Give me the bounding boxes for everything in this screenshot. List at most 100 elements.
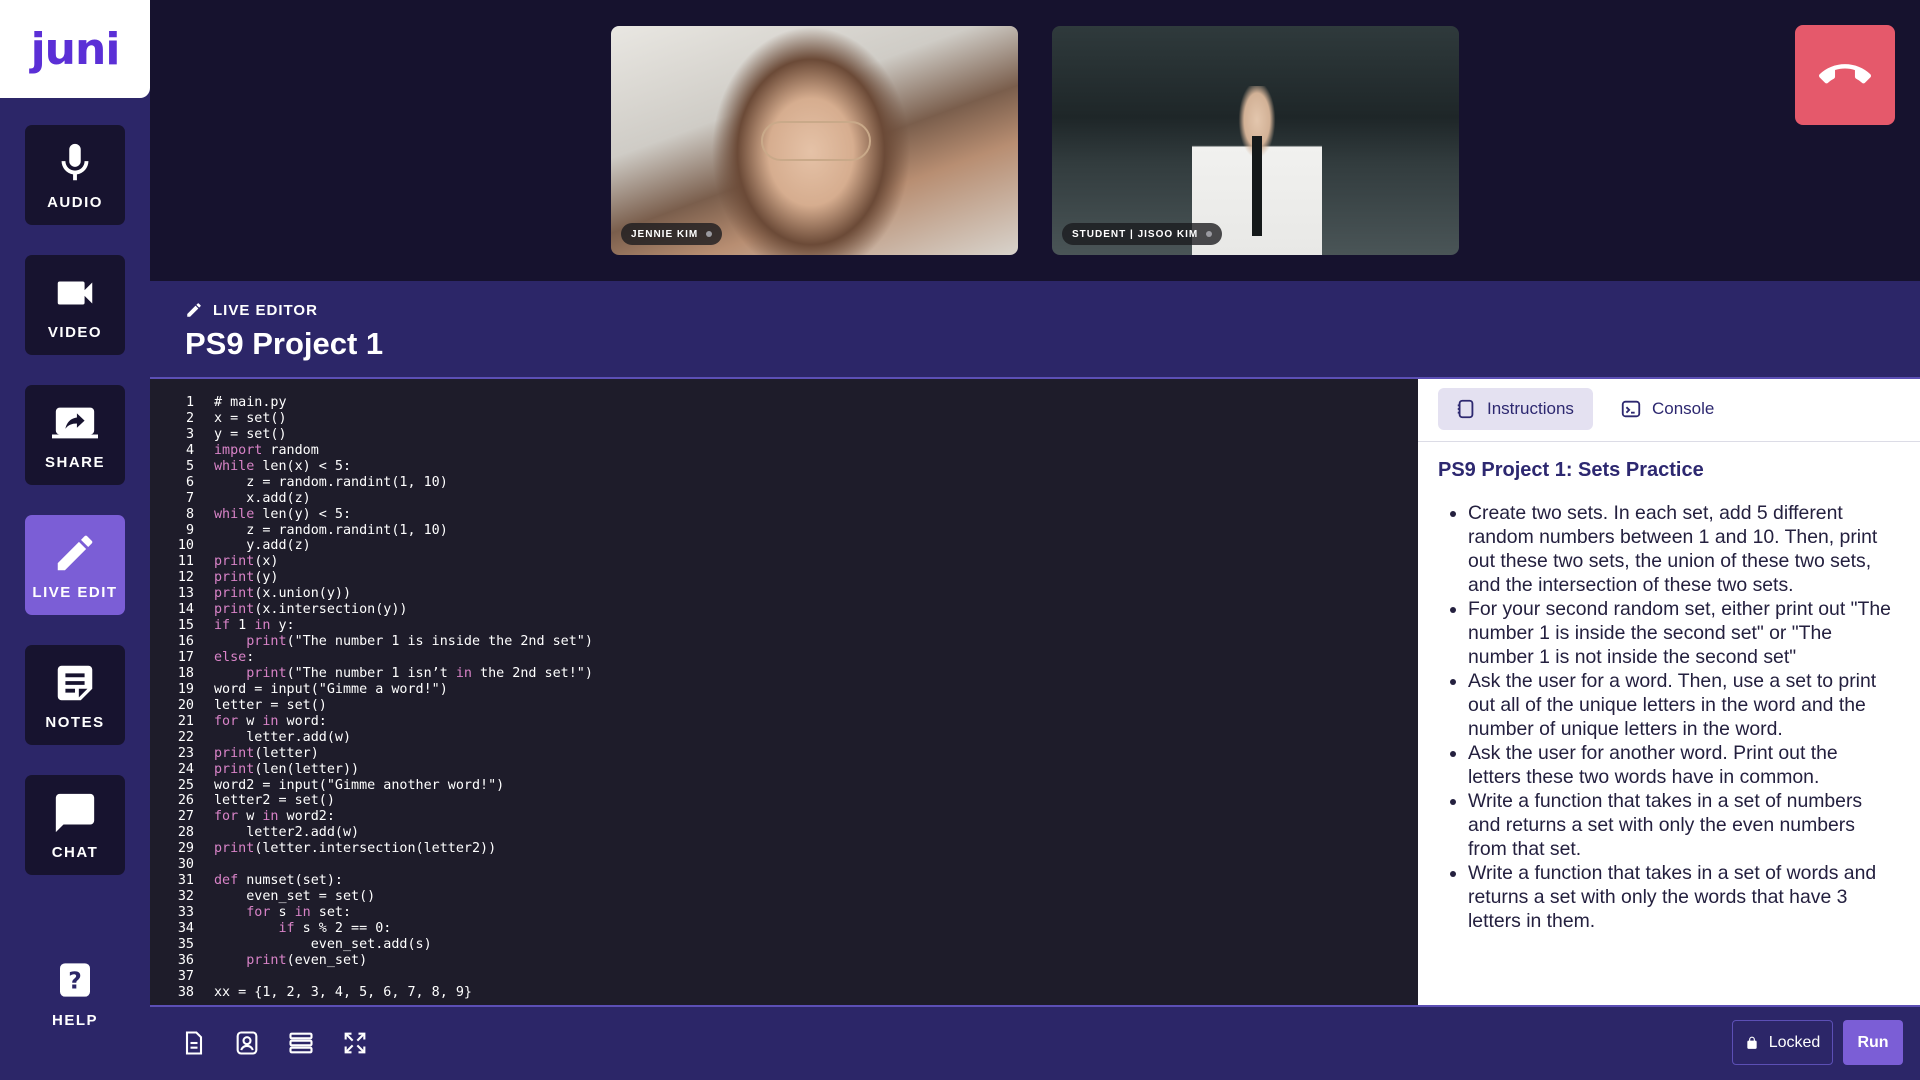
code-text: def numset(set): [214, 873, 343, 889]
notes-button[interactable]: NOTES [25, 645, 125, 745]
video-detail [1252, 136, 1262, 236]
video-tile-instructor[interactable]: JENNIE KIM [611, 26, 1018, 255]
notes-label: NOTES [45, 713, 105, 731]
line-number: 21 [177, 713, 194, 729]
code-keyword: print [214, 602, 255, 618]
live-editor-text: LIVE EDITOR [213, 301, 318, 319]
code-text: x = set() [214, 410, 287, 426]
live-edit-button[interactable]: LIVE EDIT [25, 515, 125, 615]
code-line[interactable]: 36 print(even_set) [170, 953, 593, 969]
line-number: 38 [177, 984, 194, 1000]
layers-button[interactable] [287, 1029, 315, 1057]
code-keyword: for [246, 905, 271, 920]
code-line[interactable]: 8 while len(y) < 5: [170, 507, 593, 523]
code-text: import random [214, 442, 319, 458]
code-keyword: print [214, 570, 255, 586]
code-line[interactable]: 33 for s in set: [170, 905, 593, 921]
code-line[interactable]: 3 y = set() [170, 427, 593, 443]
code-line[interactable]: 35 even_set.add(s) [170, 937, 593, 953]
code-text: x.add(z) [214, 490, 311, 506]
pencil-icon [57, 535, 93, 570]
run-button[interactable]: Run [1843, 1020, 1903, 1065]
code-line[interactable]: 14 print(x.intersection(y)) [170, 602, 593, 618]
tab-instructions[interactable]: Instructions [1438, 388, 1593, 430]
live-editor-label: LIVE EDITOR [185, 301, 318, 319]
panel-tabs: Instructions Console [1418, 379, 1920, 442]
code-line[interactable]: 4 import random [170, 443, 593, 459]
code-line[interactable]: 10 y.add(z) [170, 538, 593, 554]
tab-console[interactable]: Console [1603, 388, 1731, 430]
code-keyword: in [294, 905, 311, 920]
code-line[interactable]: 1 # main.py [170, 395, 593, 411]
line-number: 32 [177, 889, 194, 905]
locked-label: Locked [1768, 1033, 1821, 1051]
document-button[interactable] [180, 1029, 208, 1057]
code-keyword: if [278, 920, 295, 936]
code-line[interactable]: 27 for w in word2: [170, 809, 593, 825]
code-line[interactable]: 30 [170, 857, 593, 873]
code-line[interactable]: 16 print("The number 1 is inside the 2nd… [170, 634, 593, 650]
line-number: 11 [177, 554, 194, 570]
code-line[interactable]: 25 word2 = input("Gimme another word!") [170, 778, 593, 794]
code-text: letter = set() [214, 697, 327, 713]
code-line[interactable]: 24 print(len(letter)) [170, 762, 593, 778]
code-line[interactable]: 13 print(x.union(y)) [170, 586, 593, 602]
participant-name-tag: STUDENT | JISOO KIM [1062, 223, 1223, 245]
code-keyword: print [214, 586, 255, 602]
line-number: 26 [177, 793, 194, 809]
line-number: 1 [185, 395, 194, 410]
code-line[interactable]: 23 print(letter) [170, 746, 593, 762]
line-number: 28 [177, 825, 194, 841]
code-text: letter2.add(w) [214, 825, 360, 841]
code-line[interactable]: 26 letter2 = set() [170, 793, 593, 809]
line-number: 34 [177, 920, 194, 936]
participant-name-tag: JENNIE KIM [621, 223, 723, 245]
code-line[interactable]: 7 x.add(z) [170, 491, 593, 507]
code-line[interactable]: 11 print(x) [170, 554, 593, 570]
code-editor[interactable]: 1 # main.py 2 x = set() 3 y = set() 4 import ra… [150, 379, 1418, 1005]
code-line[interactable]: 9 z = random.randint(1, 10) [170, 523, 593, 539]
code-line[interactable]: 38 xx = {1, 2, 3, 4, 5, 6, 7, 8, 9} [170, 985, 593, 1001]
code-keyword: print [214, 745, 255, 761]
code-text: if s % 2 == 0: [278, 920, 392, 936]
code-line[interactable]: 31 def numset(set): [170, 873, 593, 889]
video-detail [761, 121, 871, 161]
video-tile-student[interactable]: STUDENT | JISOO KIM [1052, 26, 1459, 255]
video-button[interactable]: VIDEO [25, 255, 125, 355]
chat-button[interactable]: CHAT [25, 775, 125, 875]
code-line[interactable]: 6 z = random.randint(1, 10) [170, 475, 593, 491]
line-number: 18 [177, 665, 194, 681]
logo-text: juni [30, 23, 121, 75]
instruction-item: For your second random set, either print… [1468, 597, 1894, 669]
code-line[interactable]: 2 x = set() [170, 411, 593, 427]
code-line[interactable]: 21 for w in word: [170, 714, 593, 730]
live-edit-label: LIVE EDIT [32, 583, 118, 601]
help-button[interactable]: ? HELP [25, 960, 125, 1060]
line-number: 6 [185, 474, 194, 490]
hang-up-button[interactable] [1795, 25, 1895, 125]
code-line[interactable]: 29 print(letter.intersection(letter2)) [170, 841, 593, 857]
code-line[interactable]: 15 if 1 in y: [170, 618, 593, 634]
code-line[interactable]: 32 even_set = set() [170, 889, 593, 905]
code-line[interactable]: 34 if s % 2 == 0: [170, 921, 593, 937]
user-badge-button[interactable] [233, 1029, 261, 1057]
code-line[interactable]: 28 letter2.add(w) [170, 825, 593, 841]
share-button[interactable]: SHARE [25, 385, 125, 485]
code-line[interactable]: 20 letter = set() [170, 698, 593, 714]
line-number: 15 [177, 618, 194, 634]
fullscreen-button[interactable] [341, 1029, 369, 1057]
code-line[interactable]: 17 else: [170, 650, 593, 666]
code-line[interactable]: 19 word = input("Gimme a word!") [170, 682, 593, 698]
code-line[interactable]: 18 print("The number 1 isn’t in the 2nd … [170, 666, 593, 682]
code-line[interactable]: 5 while len(x) < 5: [170, 459, 593, 475]
terminal-icon [1621, 400, 1641, 418]
code-text: word2 = input("Gimme another word!") [214, 777, 505, 793]
code-line[interactable]: 12 print(y) [170, 570, 593, 586]
audio-button[interactable]: AUDIO [25, 125, 125, 225]
code-line[interactable]: 37 [170, 969, 593, 985]
juni-logo[interactable]: juni [0, 0, 150, 98]
code-line[interactable]: 22 letter.add(w) [170, 730, 593, 746]
locked-button[interactable]: Locked [1732, 1020, 1833, 1065]
code-lines[interactable]: 1 # main.py 2 x = set() 3 y = set() 4 import ra… [170, 395, 593, 1001]
instruction-item: Write a function that takes in a set of … [1468, 789, 1894, 861]
